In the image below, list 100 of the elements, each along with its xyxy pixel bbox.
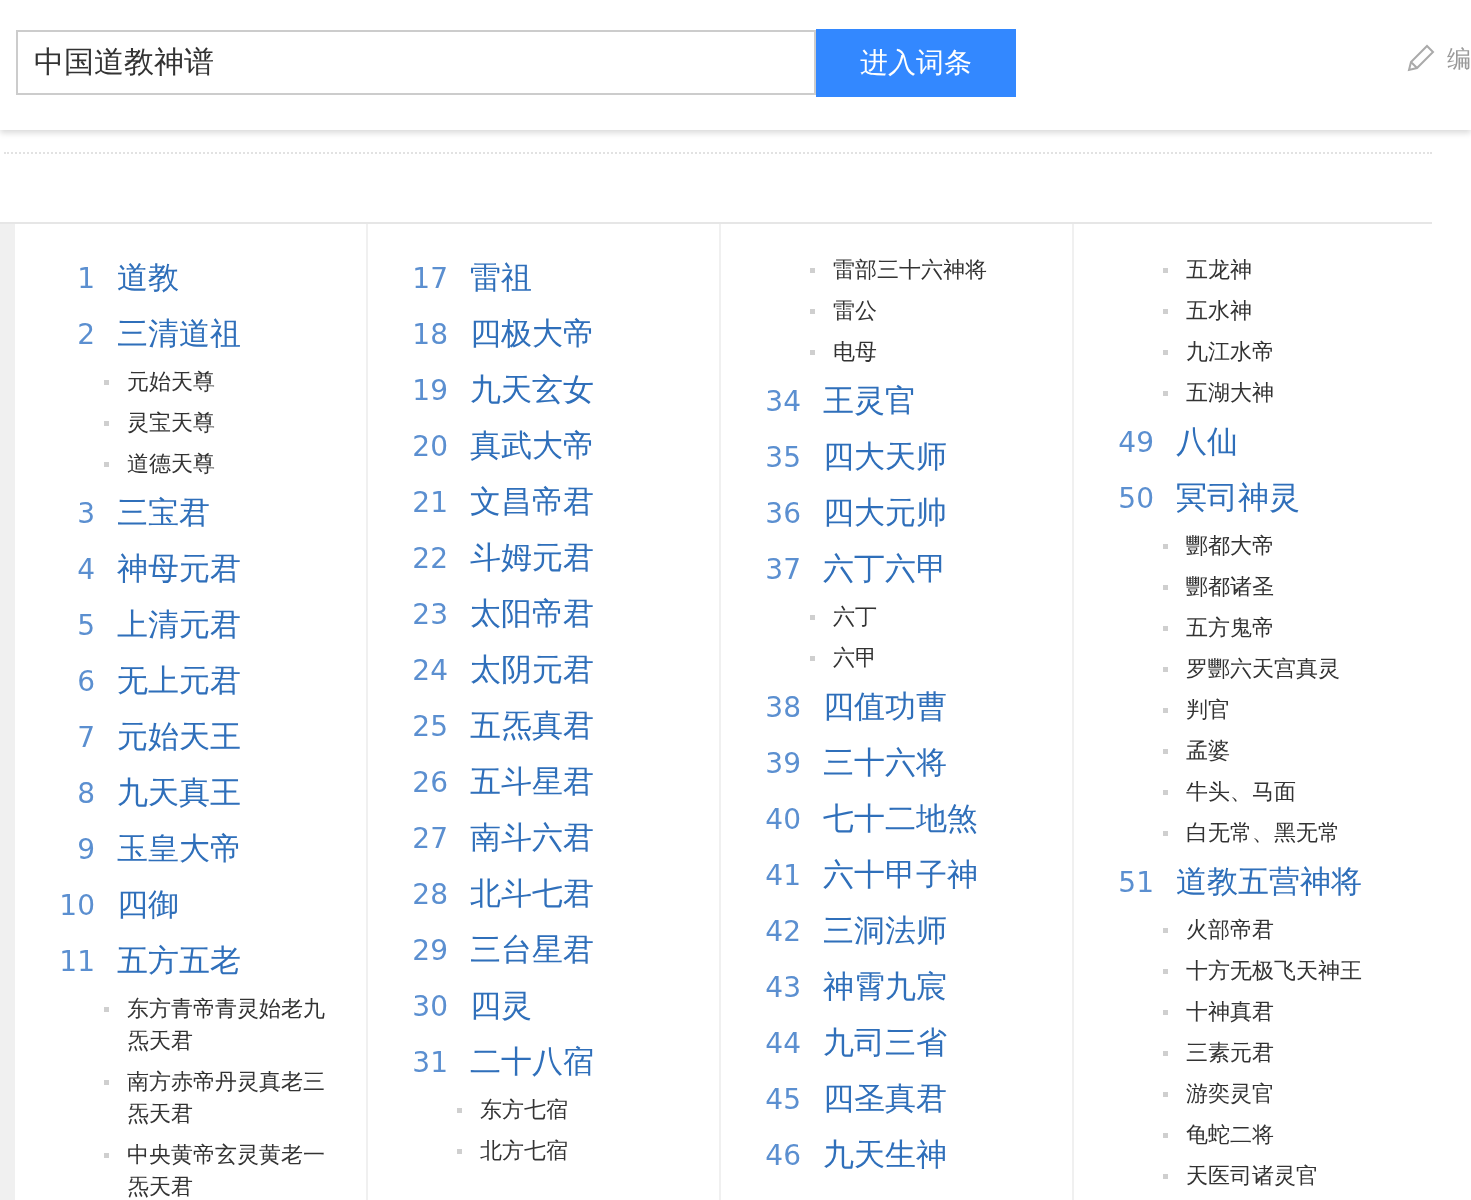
toc-link[interactable]: 三宝君 xyxy=(117,492,210,534)
bullet-icon xyxy=(104,1080,109,1085)
toc-sublink[interactable]: 五水神 xyxy=(1186,295,1398,327)
bullet-icon xyxy=(810,615,815,620)
toc-sublink[interactable]: 龟蛇二将 xyxy=(1186,1119,1398,1151)
toc-link[interactable]: 四极大帝 xyxy=(470,313,594,355)
toc-link[interactable]: 九天生神 xyxy=(823,1134,947,1176)
toc-link[interactable]: 九司三省 xyxy=(823,1022,947,1064)
toc-link[interactable]: 真武大帝 xyxy=(470,425,594,467)
toc-sublink[interactable]: 北方七宿 xyxy=(480,1135,692,1167)
toc-link[interactable]: 王灵官 xyxy=(823,380,916,422)
toc-sublink[interactable]: 六丁 xyxy=(833,601,1045,633)
bullet-icon xyxy=(1163,667,1168,672)
toc-sublink[interactable]: 游奕灵官 xyxy=(1186,1078,1398,1110)
toc-sublink[interactable]: 南方赤帝丹灵真老三炁天君 xyxy=(127,1066,339,1130)
toc-link[interactable]: 元始天王 xyxy=(117,716,241,758)
toc-link[interactable]: 北斗七君 xyxy=(470,873,594,915)
toc-sublink[interactable]: 道德天尊 xyxy=(127,448,339,480)
toc-link[interactable]: 上清元君 xyxy=(117,604,241,646)
bullet-icon xyxy=(810,309,815,314)
toc-sublink[interactable]: 五方鬼帝 xyxy=(1186,612,1398,644)
toc-link[interactable]: 九天真王 xyxy=(117,772,241,814)
toc-link[interactable]: 文昌帝君 xyxy=(470,481,594,523)
bullet-icon xyxy=(1163,391,1168,396)
toc-link[interactable]: 二十八宿 xyxy=(470,1041,594,1083)
toc-link[interactable]: 道教 xyxy=(117,257,179,299)
bullet-icon xyxy=(457,1108,462,1113)
bullet-icon xyxy=(1163,928,1168,933)
section-number: 34 xyxy=(764,384,801,418)
toc-link[interactable]: 无上元君 xyxy=(117,660,241,702)
toc-link[interactable]: 三十六将 xyxy=(823,742,947,784)
section-number: 43 xyxy=(764,970,801,1004)
section-number: 41 xyxy=(764,858,801,892)
toc-link[interactable]: 九天玄女 xyxy=(470,369,594,411)
toc-link[interactable]: 七十二地煞 xyxy=(823,798,978,840)
toc-link[interactable]: 四圣真君 xyxy=(823,1078,947,1120)
section-number: 31 xyxy=(411,1045,448,1079)
toc-link[interactable]: 冥司神灵 xyxy=(1176,477,1300,519)
toc-sublink[interactable]: 元始天尊 xyxy=(127,366,339,398)
toc-sublink[interactable]: 中央黄帝玄灵黄老一炁天君 xyxy=(127,1139,339,1200)
toc-sublink[interactable]: 五龙神 xyxy=(1186,254,1398,286)
bullet-icon xyxy=(810,350,815,355)
toc-sublink[interactable]: 九江水帝 xyxy=(1186,336,1398,368)
toc-link[interactable]: 三洞法师 xyxy=(823,910,947,952)
edit-link[interactable]: 编 xyxy=(1447,42,1471,75)
toc-link[interactable]: 三台星君 xyxy=(470,929,594,971)
section-number: 1 xyxy=(76,261,95,295)
toc-sublink[interactable]: 六甲 xyxy=(833,642,1045,674)
bullet-icon xyxy=(1163,626,1168,631)
toc-sublink[interactable]: 判官 xyxy=(1186,694,1398,726)
toc-link[interactable]: 三清道祖 xyxy=(117,313,241,355)
toc-sublink[interactable]: 十方无极飞天神王 xyxy=(1186,955,1398,987)
section-number: 27 xyxy=(411,821,448,855)
section-number: 8 xyxy=(76,776,95,810)
toc-link[interactable]: 道教五营神将 xyxy=(1176,861,1362,903)
toc-sublink[interactable]: 酆都诸圣 xyxy=(1186,571,1398,603)
toc-sublink[interactable]: 东方青帝青灵始老九炁天君 xyxy=(127,993,339,1057)
enter-entry-button[interactable]: 进入词条 xyxy=(816,28,1016,97)
toc-link[interactable]: 四大天师 xyxy=(823,436,947,478)
toc-sublink[interactable]: 灵宝天尊 xyxy=(127,407,339,439)
toc-link[interactable]: 四大元帅 xyxy=(823,492,947,534)
toc-link[interactable]: 六丁六甲 xyxy=(823,548,947,590)
toc-sublink[interactable]: 雷部三十六神将 xyxy=(833,254,1045,286)
section-number: 17 xyxy=(411,261,448,295)
toc-sublink[interactable]: 牛头、马面 xyxy=(1186,776,1398,808)
toc-link[interactable]: 八仙 xyxy=(1176,421,1238,463)
toc-link[interactable]: 五方五老 xyxy=(117,940,241,982)
toc-sublink[interactable]: 三素元君 xyxy=(1186,1037,1398,1069)
toc-link[interactable]: 神霄九宸 xyxy=(823,966,947,1008)
toc-link[interactable]: 六十甲子神 xyxy=(823,854,978,896)
search-field[interactable]: 中国道教神谱 xyxy=(16,30,816,95)
section-number: 3 xyxy=(76,496,95,530)
toc-sublink[interactable]: 罗酆六天宫真灵 xyxy=(1186,653,1398,685)
toc-sublink[interactable]: 孟婆 xyxy=(1186,735,1398,767)
toc-link[interactable]: 玉皇大帝 xyxy=(117,828,241,870)
toc-link[interactable]: 四御 xyxy=(117,884,179,926)
toc-sublink[interactable]: 酆都大帝 xyxy=(1186,530,1398,562)
toc-sublink[interactable]: 五湖大神 xyxy=(1186,377,1398,409)
bullet-icon xyxy=(104,380,109,385)
toc-sublink[interactable]: 十神真君 xyxy=(1186,996,1398,1028)
toc-link[interactable]: 斗姆元君 xyxy=(470,537,594,579)
toc-link[interactable]: 五斗星君 xyxy=(470,761,594,803)
toc-link[interactable]: 雷祖 xyxy=(470,257,532,299)
toc-link[interactable]: 太阳帝君 xyxy=(470,593,594,635)
bullet-icon xyxy=(1163,749,1168,754)
toc-sublink[interactable]: 天医司诸灵官 xyxy=(1186,1160,1398,1192)
toc-sublink[interactable]: 白无常、黑无常 xyxy=(1186,817,1398,849)
toc-link[interactable]: 神母元君 xyxy=(117,548,241,590)
toc-link[interactable]: 南斗六君 xyxy=(470,817,594,859)
toc-link[interactable]: 五炁真君 xyxy=(470,705,594,747)
toc-sublink[interactable]: 雷公 xyxy=(833,295,1045,327)
section-number: 5 xyxy=(76,608,95,642)
toc-link[interactable]: 太阴元君 xyxy=(470,649,594,691)
toc-link[interactable]: 四值功曹 xyxy=(823,686,947,728)
bullet-icon xyxy=(1163,1174,1168,1179)
toc-sublink[interactable]: 东方七宿 xyxy=(480,1094,692,1126)
section-number: 45 xyxy=(764,1082,801,1116)
toc-link[interactable]: 四灵 xyxy=(470,985,532,1027)
toc-sublink[interactable]: 电母 xyxy=(833,336,1045,368)
toc-sublink[interactable]: 火部帝君 xyxy=(1186,914,1398,946)
